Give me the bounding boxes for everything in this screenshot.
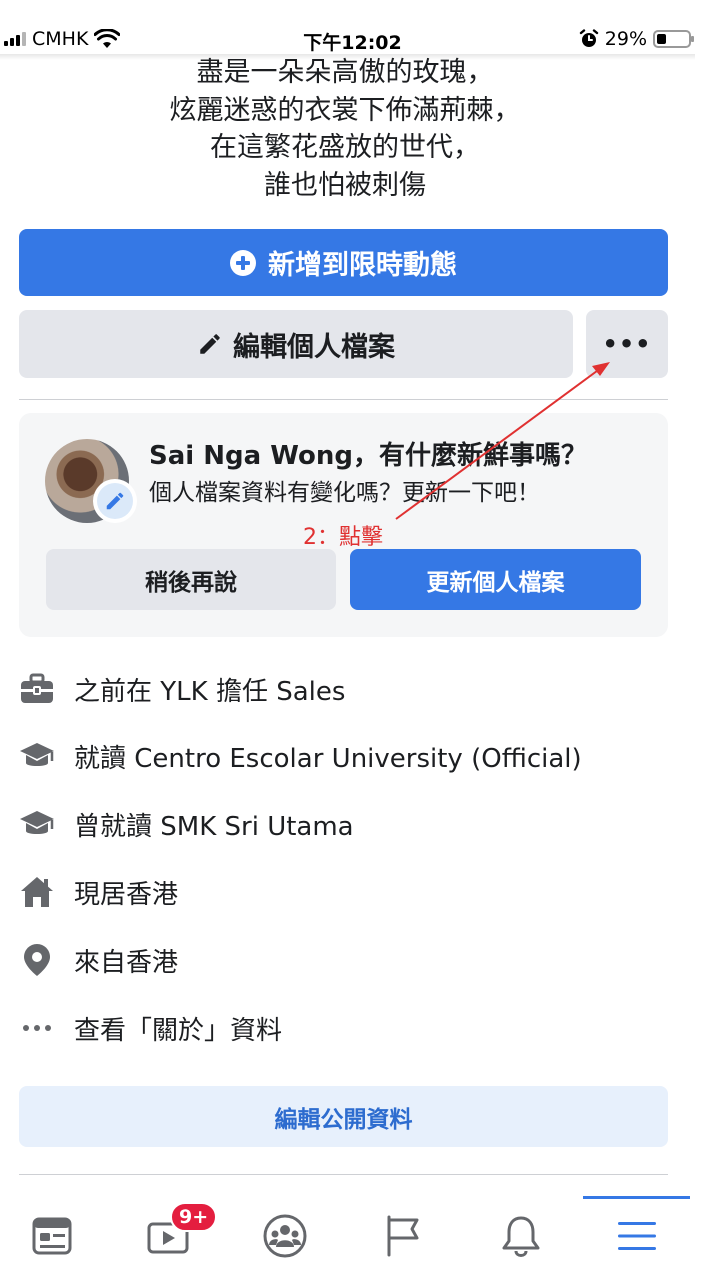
section-divider	[19, 399, 668, 400]
intro-text: 就讀 Centro Escolar University (Official)	[74, 743, 582, 774]
graduation-cap-icon	[19, 738, 55, 774]
notification-badge: 9+	[170, 1202, 218, 1232]
update-profile-label: 更新個人檔案	[426, 569, 565, 596]
edit-public-details-label: 編輯公開資料	[274, 1106, 413, 1133]
intro-item-education[interactable]: 就讀 Centro Escolar University (Official)	[19, 736, 679, 776]
briefcase-icon	[19, 671, 55, 707]
battery-icon	[653, 30, 694, 48]
edit-profile-label: 編輯個人檔案	[233, 331, 395, 363]
menu-icon[interactable]	[597, 1210, 677, 1262]
status-right: 29%	[579, 28, 694, 50]
intro-text: 之前在 YLK 擔任 Sales	[74, 676, 346, 707]
more-dots-icon: •••	[602, 330, 652, 358]
pencil-icon	[200, 334, 220, 354]
plus-circle-icon	[230, 249, 256, 276]
update-card-subtitle: 個人檔案資料有變化嗎？更新一下吧！	[149, 480, 540, 506]
add-to-story-button[interactable]: 新增到限時動態	[19, 229, 668, 296]
graduation-cap-icon	[19, 806, 55, 842]
bio-line: 誰也怕被刺傷	[264, 169, 426, 201]
intro-item-work[interactable]: 之前在 YLK 擔任 Sales	[19, 669, 679, 709]
pages-flag-icon[interactable]	[363, 1210, 443, 1262]
more-dots-icon	[19, 1010, 55, 1046]
bottom-nav: 9+	[0, 1196, 705, 1288]
alarm-icon	[579, 29, 598, 47]
avatar-edit-badge[interactable]	[93, 479, 137, 523]
update-profile-button[interactable]: 更新個人檔案	[350, 549, 641, 610]
bio-line: 炫麗迷惑的衣裳下佈滿荊棘，	[169, 94, 521, 126]
intro-text: 現居香港	[74, 879, 179, 910]
bio-line: 在這繁花盛放的世代，	[210, 132, 480, 163]
edit-profile-button[interactable]: 編輯個人檔案	[19, 310, 573, 378]
section-divider	[19, 1174, 668, 1175]
battery-percent: 29%	[604, 28, 647, 50]
intro-item-current-city[interactable]: 現居香港	[19, 872, 679, 912]
home-icon	[19, 874, 55, 910]
pencil-icon	[106, 492, 124, 510]
groups-icon[interactable]	[245, 1210, 325, 1262]
profile-bio: 盡是一朵朵高傲的玫瑰， 炫麗迷惑的衣裳下佈滿荊棘， 在這繁花盛放的世代， 誰也怕…	[0, 54, 690, 204]
update-card-title: Sai Nga Wong，有什麼新鮮事嗎？	[149, 441, 587, 471]
intro-text: 曾就讀 SMK Sri Utama	[74, 811, 354, 842]
active-tab-indicator	[583, 1196, 690, 1199]
location-pin-icon	[19, 942, 55, 978]
status-bar: CMHK 下午12:02 29%	[0, 24, 705, 56]
intro-item-hometown[interactable]: 來自香港	[19, 940, 679, 980]
more-options-button[interactable]: •••	[586, 310, 668, 378]
notifications-bell-icon[interactable]	[481, 1210, 561, 1262]
bio-line: 盡是一朵朵高傲的玫瑰，	[196, 57, 494, 88]
news-feed-icon[interactable]	[12, 1210, 92, 1262]
intro-text: 來自香港	[74, 947, 179, 978]
edit-public-details-button[interactable]: 編輯公開資料	[19, 1086, 668, 1147]
intro-text: 查看「關於」資料	[74, 1015, 283, 1046]
later-button[interactable]: 稍後再說	[46, 549, 336, 610]
intro-item-see-about[interactable]: 查看「關於」資料	[19, 1008, 679, 1048]
later-label: 稍後再說	[145, 569, 237, 596]
intro-item-education[interactable]: 曾就讀 SMK Sri Utama	[19, 804, 679, 844]
annotation-label: 2：點擊	[303, 525, 383, 550]
add-to-story-label: 新增到限時動態	[268, 250, 457, 281]
